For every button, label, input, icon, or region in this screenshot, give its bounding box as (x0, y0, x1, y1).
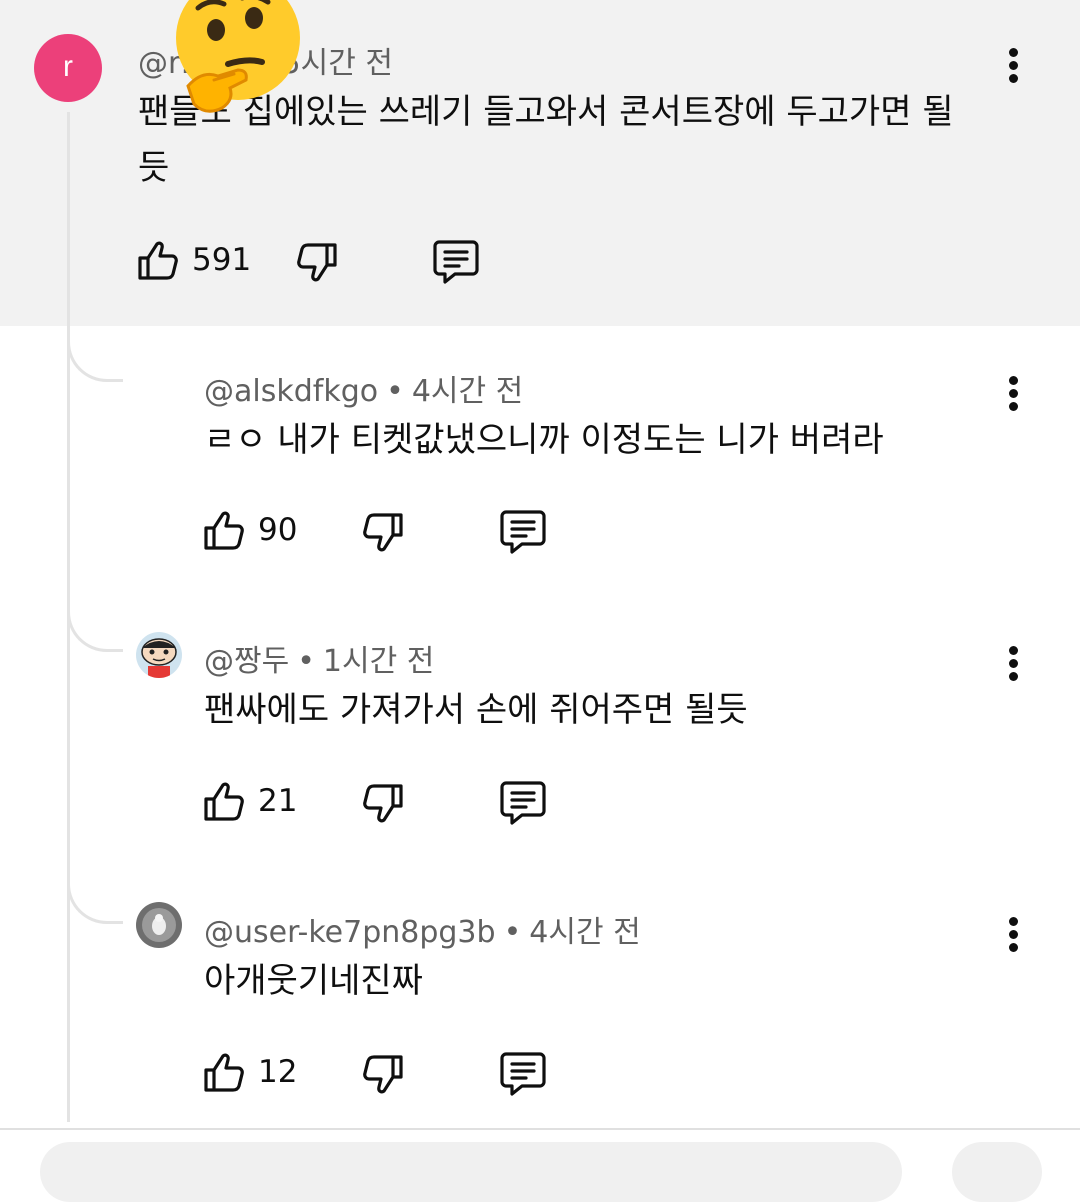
reply-button[interactable] (498, 1048, 548, 1102)
thumbs-down-icon (363, 1055, 403, 1094)
comment-text: 아개웃기네진짜 (204, 961, 423, 1001)
dislike-button[interactable] (359, 780, 407, 832)
comment-icon (433, 240, 479, 284)
avatar[interactable] (136, 902, 182, 948)
separator: • (503, 915, 522, 950)
reply-button[interactable] (431, 236, 481, 290)
dislike-button[interactable] (359, 1051, 407, 1103)
like-count: 591 (192, 242, 252, 278)
timestamp: 4시간 전 (411, 374, 524, 409)
comment-text: ㄹㅇ 내가 티켓값냈으니까 이정도는 니가 버려라 (204, 420, 884, 460)
like-button[interactable] (200, 506, 248, 558)
author-handle[interactable]: @user-ke7pn8pg3b (204, 915, 496, 950)
send-button[interactable] (952, 1142, 1042, 1202)
timestamp: 1시간 전 (322, 644, 435, 679)
avatar[interactable] (136, 632, 182, 678)
author-handle[interactable]: @alskdfkgo (204, 374, 378, 409)
like-button[interactable] (134, 236, 182, 288)
thumbs-down-icon (297, 243, 337, 282)
separator: • (386, 374, 404, 409)
reply-button[interactable] (498, 506, 548, 560)
divider (0, 1128, 1080, 1130)
like-count: 21 (258, 783, 298, 819)
thumbs-up-icon (204, 782, 244, 821)
author-handle[interactable]: @짱두 (204, 644, 289, 679)
separator: • (297, 644, 315, 679)
thumbs-up-icon (204, 1053, 244, 1092)
thread-branch (67, 600, 123, 652)
more-options-button[interactable] (1003, 48, 1023, 92)
thread-branch (67, 872, 123, 924)
thread-branch (67, 330, 123, 382)
like-count: 12 (258, 1054, 298, 1090)
thinking-face-emoji (176, 0, 300, 113)
avatar-letter: r (63, 50, 73, 83)
thumbs-up-icon (138, 241, 178, 280)
comment-meta: @alskdfkgo • 4시간 전 (204, 366, 523, 410)
reply-input[interactable] (40, 1142, 902, 1202)
more-options-button[interactable] (1003, 917, 1023, 961)
comment-text: 팬싸에도 가져가서 손에 쥐어주면 될듯 (204, 690, 748, 730)
comment-meta: @짱두 • 1시간 전 (204, 636, 434, 680)
avatar[interactable]: r (34, 34, 102, 102)
dislike-button[interactable] (293, 239, 341, 291)
comment-icon (500, 1052, 546, 1096)
comment-icon (500, 510, 546, 554)
thumbs-up-icon (204, 511, 244, 550)
cartoon-avatar-icon (136, 632, 182, 678)
like-count: 90 (258, 512, 298, 548)
reply-button[interactable] (498, 777, 548, 831)
like-button[interactable] (200, 777, 248, 829)
comment-icon (500, 781, 546, 825)
like-button[interactable] (200, 1048, 248, 1100)
thumbs-down-icon (363, 513, 403, 552)
more-options-button[interactable] (1003, 646, 1023, 690)
thumbs-down-icon (363, 784, 403, 823)
more-options-button[interactable] (1003, 376, 1023, 420)
photo-avatar-icon (136, 902, 182, 948)
dislike-button[interactable] (359, 509, 407, 561)
timestamp: 4시간 전 (529, 915, 641, 950)
comment-meta: @user-ke7pn8pg3b • 4시간 전 (204, 907, 641, 951)
